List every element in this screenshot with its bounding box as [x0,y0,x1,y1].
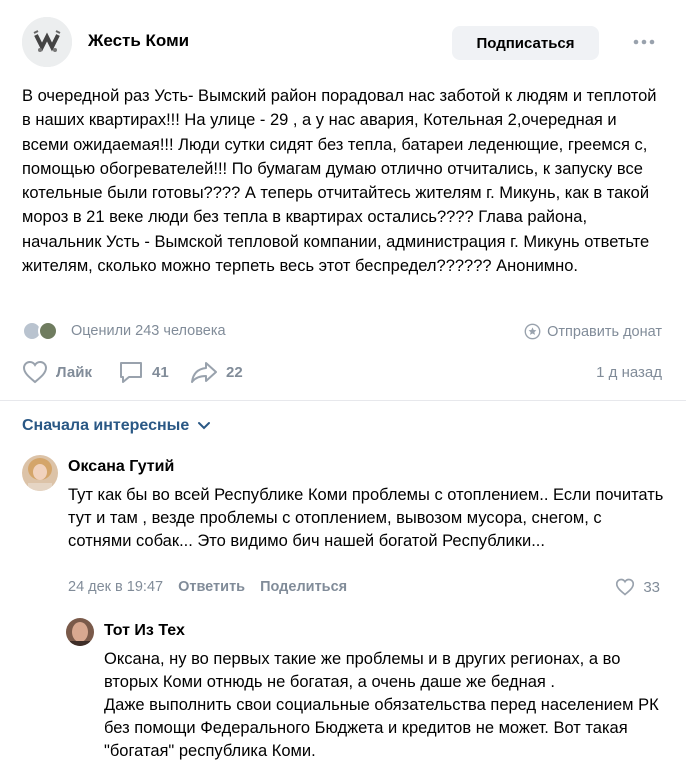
donate-label: Отправить донат [547,323,662,340]
avatar[interactable] [66,618,94,646]
comment-author[interactable]: Оксана Гутий [68,458,174,476]
comments-sort-dropdown[interactable]: Сначала интересные [22,417,211,435]
group-name[interactable]: Жесть Коми [88,31,189,51]
subscribe-button[interactable]: Подписаться [452,26,599,60]
comment-text-line: Даже выполнить свои социальные обязатель… [104,696,659,760]
comments-count: 41 [152,363,169,381]
heart-icon [22,360,48,384]
share-button[interactable]: 22 [190,360,243,384]
comment-text-line: Оксана, ну во первых такие же проблемы и… [104,650,621,691]
rated-avatar [38,321,58,341]
share-comment-button[interactable]: Поделиться [260,579,347,595]
comment-text: Тут как бы во всей Республике Коми пробл… [68,486,664,550]
share-arrow-icon [191,362,217,383]
comment-date[interactable]: 24 дек в 19:47 [68,579,163,595]
post-time[interactable]: 1 д назад [596,364,662,381]
sort-label: Сначала интересные [22,417,190,434]
comment-likes-count: 33 [643,578,660,596]
comments-button[interactable]: 41 [118,360,169,384]
more-dots-icon[interactable] [632,32,656,52]
rated-count-text[interactable]: Оценили 243 человека [71,323,226,339]
divider [0,400,686,401]
like-button[interactable]: Лайк [22,360,92,384]
rated-row: Оценили 243 человека Отправить донат [22,320,662,344]
reply-button[interactable]: Ответить [178,579,245,595]
chevron-down-icon [198,422,211,430]
group-avatar[interactable] [22,17,72,67]
avatar[interactable] [22,455,58,491]
like-label: Лайк [56,363,92,381]
donate-button[interactable]: Отправить донат [524,323,662,340]
comment-author[interactable]: Тот Из Тех [104,622,185,640]
comment-like-button[interactable]: 33 [615,578,660,596]
post-header: Жесть Коми Подписаться [0,0,686,84]
donate-star-icon [524,323,541,340]
heart-icon [616,578,635,596]
post-text: В очередной раз Усть- Вымский район пора… [22,87,657,276]
shares-count: 22 [226,363,243,381]
comment-icon [120,362,142,383]
post-actions: Лайк 41 22 1 д назад [22,358,662,388]
rated-avatars[interactable] [22,321,62,343]
comment-text: Оксана, ну во первых такие же проблемы и… [104,648,668,763]
comment-meta: 24 дек в 19:47 Ответить Поделиться [68,579,347,595]
